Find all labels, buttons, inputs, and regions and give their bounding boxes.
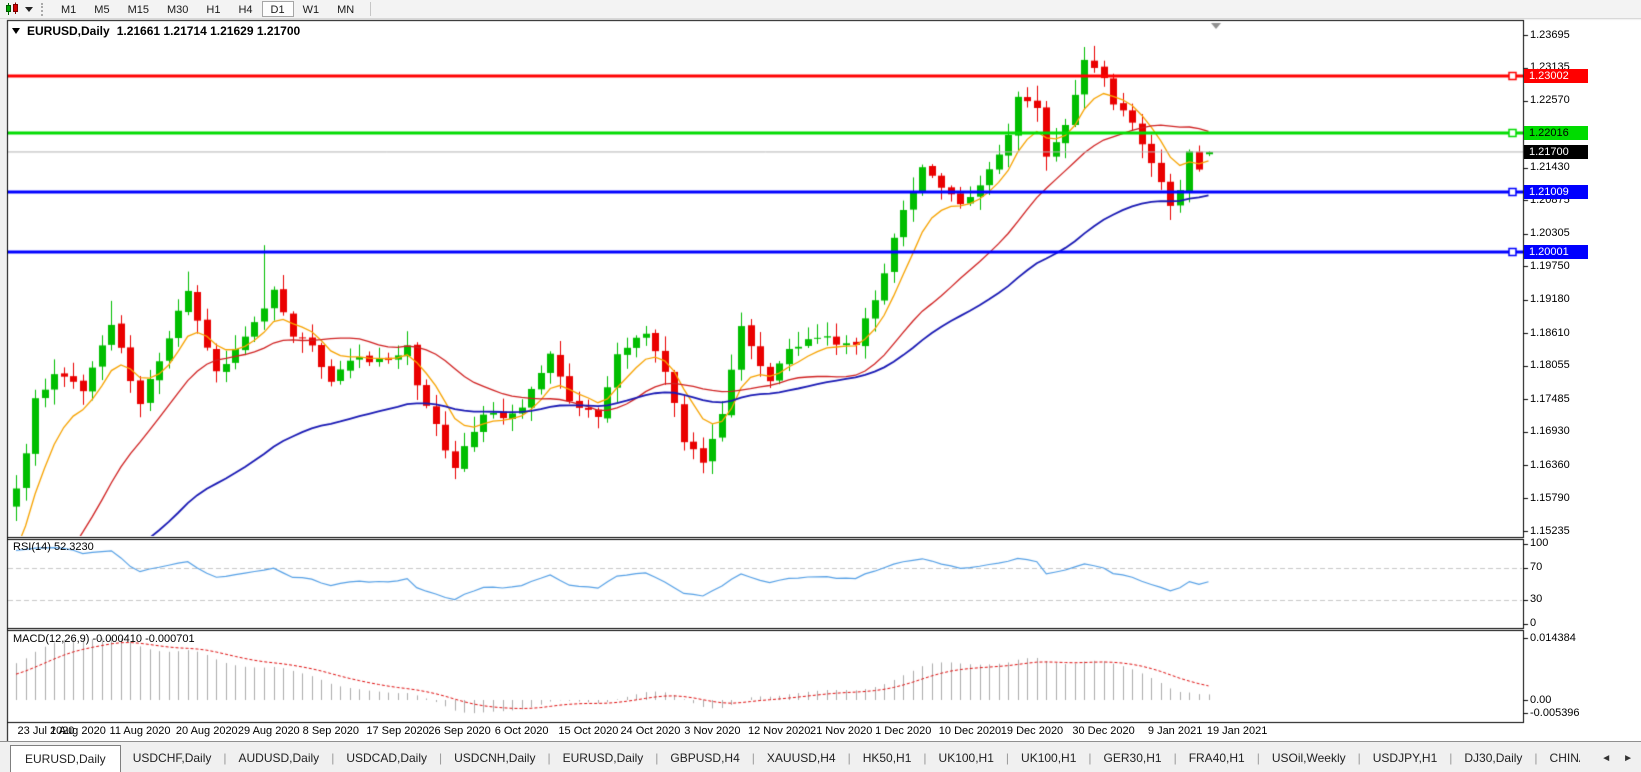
tab-scroll-left-button[interactable]: ◄ (1601, 753, 1611, 764)
timeframe-button-w1[interactable]: W1 (294, 1, 329, 17)
chart-canvas[interactable] (0, 0, 1641, 741)
price-axis-tick: 1.18055 (1530, 359, 1570, 371)
price-axis-tick: 1.19180 (1530, 293, 1570, 305)
date-axis-label: 19 Jan 2021 (1195, 725, 1279, 737)
timeframe-button-m5[interactable]: M5 (85, 1, 118, 17)
chart-symbol-label: EURUSD,Daily (27, 24, 110, 38)
chart-tab-dj30-daily[interactable]: DJ30,Daily (1452, 746, 1534, 772)
rsi-axis-tick: 30 (1530, 593, 1542, 605)
candlestick-chart-type-icon[interactable] (5, 2, 20, 16)
chart-tab-bar: EURUSD,DailyUSDCHF,Daily|AUDUSD,Daily|US… (0, 741, 1641, 772)
chart-tab-usoil-weekly[interactable]: USOil,Weekly (1260, 746, 1358, 772)
macd-indicator-label: MACD(12,26,9) -0.000410 -0.000701 (13, 633, 195, 645)
rsi-axis-tick: 0 (1530, 617, 1536, 629)
timeframe-button-h4[interactable]: H4 (229, 1, 261, 17)
price-axis-tick: 1.16360 (1530, 459, 1570, 471)
toolbar-grip (41, 3, 44, 16)
price-axis-tick: 1.16930 (1530, 425, 1570, 437)
collapse-triangle-icon[interactable] (12, 28, 20, 34)
chart-type-dropdown-icon[interactable] (25, 7, 33, 12)
price-level-label: 1.21009 (1524, 185, 1588, 199)
chart-tab-ger30-h1[interactable]: GER30,H1 (1092, 746, 1174, 772)
current-price-label: 1.21700 (1524, 145, 1588, 159)
price-axis-tick: 1.20305 (1530, 227, 1570, 239)
rsi-axis-tick: 100 (1530, 537, 1548, 549)
chart-tab-usdcnh-daily[interactable]: USDCNH,Daily (442, 746, 547, 772)
price-axis-tick: 1.19750 (1530, 260, 1570, 272)
price-axis-tick: 1.22570 (1530, 94, 1570, 106)
timeframe-button-m1[interactable]: M1 (52, 1, 85, 17)
timeframe-button-h1[interactable]: H1 (197, 1, 229, 17)
chart-tab-usdjpy-h1[interactable]: USDJPY,H1 (1361, 746, 1449, 772)
chart-tab-gbpusd-h4[interactable]: GBPUSD,H4 (658, 746, 751, 772)
chart-tab-audusd-daily[interactable]: AUDUSD,Daily (227, 746, 332, 772)
macd-axis-tick: 0.00 (1530, 694, 1551, 706)
timeframe-button-m30[interactable]: M30 (158, 1, 197, 17)
price-level-label: 1.22016 (1524, 126, 1588, 140)
chart-tab-usdcad-daily[interactable]: USDCAD,Daily (334, 746, 439, 772)
chart-tab-eurusd-daily[interactable]: EURUSD,Daily (551, 746, 656, 772)
chart-tabs: EURUSD,DailyUSDCHF,Daily|AUDUSD,Daily|US… (0, 742, 1580, 772)
price-axis-tick: 1.15790 (1530, 492, 1570, 504)
chart-ohlc-values: 1.21661 1.21714 1.21629 1.21700 (117, 24, 301, 38)
timeframe-button-d1[interactable]: D1 (262, 1, 294, 17)
price-axis-tick: 1.21430 (1530, 161, 1570, 173)
chart-tab-china300-h1[interactable]: CHINA300,H1 (1538, 746, 1580, 772)
chart-tab-uk100-h1[interactable]: UK100,H1 (927, 746, 1006, 772)
price-axis-tick: 1.18610 (1530, 327, 1570, 339)
chart-tab-xauusd-h4[interactable]: XAUUSD,H4 (755, 746, 848, 772)
price-level-label: 1.23002 (1524, 69, 1588, 83)
chart-tab-usdchf-daily[interactable]: USDCHF,Daily (121, 746, 224, 772)
chart-tab-eurusd-daily[interactable]: EURUSD,Daily (10, 745, 121, 772)
rsi-indicator-label: RSI(14) 52.3230 (13, 541, 94, 553)
rsi-axis-tick: 70 (1530, 561, 1542, 573)
timeframe-button-mn[interactable]: MN (328, 1, 363, 17)
tab-scroll-arrows: ◄ ► (1601, 753, 1633, 764)
price-axis-tick: 1.15235 (1530, 525, 1570, 537)
macd-axis-tick: -0.005396 (1530, 707, 1580, 719)
toolbar-separator (370, 2, 371, 16)
chart-title: EURUSD,Daily 1.21661 1.21714 1.21629 1.2… (12, 24, 300, 38)
tab-scroll-right-button[interactable]: ► (1623, 753, 1633, 764)
timeframe-button-m15[interactable]: M15 (119, 1, 158, 17)
timeframe-toolbar: M1M5M15M30H1H4D1W1MN (0, 0, 1641, 19)
trading-app-window: M1M5M15M30H1H4D1W1MN EURUSD,Daily 1.2166… (0, 0, 1641, 772)
chart-tab-hk50-h1[interactable]: HK50,H1 (851, 746, 924, 772)
price-axis-tick: 1.17485 (1530, 393, 1570, 405)
macd-axis-tick: 0.014384 (1530, 632, 1576, 644)
chart-tab-fra40-h1[interactable]: FRA40,H1 (1177, 746, 1257, 772)
timeframe-buttons: M1M5M15M30H1H4D1W1MN (52, 0, 363, 19)
chart-tab-uk100-h1[interactable]: UK100,H1 (1009, 746, 1088, 772)
price-axis-tick: 1.23695 (1530, 29, 1570, 41)
price-level-label: 1.20001 (1524, 245, 1588, 259)
